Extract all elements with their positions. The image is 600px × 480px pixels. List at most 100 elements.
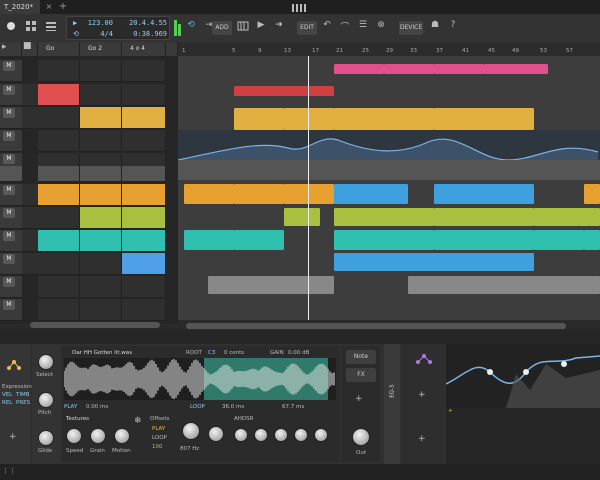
mode-percent[interactable]: 100 <box>152 444 163 450</box>
envelope-h-knob[interactable] <box>254 428 268 442</box>
track-header[interactable]: M <box>0 253 22 275</box>
arranger-clip[interactable] <box>334 184 408 204</box>
scene-header-4x4[interactable]: 4 x 4 <box>122 42 166 56</box>
envelope-knob[interactable] <box>208 426 224 442</box>
root-note[interactable]: C3 <box>208 350 215 356</box>
stop-slot[interactable] <box>22 107 38 129</box>
add-button[interactable]: ADD <box>212 21 232 35</box>
mute-button[interactable]: M <box>3 154 15 164</box>
help-icon[interactable]: ? <box>446 20 460 34</box>
arranger-clip[interactable] <box>434 230 534 250</box>
snowflake-icon[interactable]: ❄ <box>134 416 142 426</box>
empty-slot[interactable] <box>122 60 166 82</box>
record-icon[interactable] <box>4 20 18 34</box>
footer-icon[interactable]: ⋮⋮ <box>2 467 16 475</box>
mute-button[interactable]: M <box>3 85 15 95</box>
mute-button[interactable]: M <box>3 108 15 118</box>
arranger-clip[interactable] <box>284 208 320 226</box>
launcher-clip[interactable] <box>80 230 122 252</box>
launcher-clip[interactable] <box>80 253 122 275</box>
project-tab[interactable]: T_2020* <box>0 0 40 14</box>
bar-position[interactable]: 20.4.4.55 <box>117 19 167 27</box>
track-header[interactable]: M <box>0 184 22 206</box>
arranger-clip[interactable] <box>584 184 600 204</box>
launcher-clip[interactable] <box>122 84 166 106</box>
launcher-clip[interactable] <box>38 207 80 229</box>
note-expression-icon[interactable] <box>4 350 24 374</box>
tempo-value[interactable]: 123.00 <box>79 19 113 27</box>
select-knob[interactable] <box>38 354 54 370</box>
arranger-clip[interactable] <box>184 230 234 250</box>
arrow-icon[interactable]: ➜ <box>272 20 286 34</box>
mode-play[interactable]: PLAY <box>152 426 165 432</box>
eq-add-2-icon[interactable]: + <box>418 434 426 444</box>
scene-header-go[interactable]: Go <box>38 42 80 56</box>
pitch-knob[interactable] <box>38 392 54 408</box>
expr-vel[interactable]: VEL <box>2 392 12 398</box>
undo-icon[interactable]: ↶ <box>320 20 334 34</box>
launcher-clip[interactable] <box>80 107 122 129</box>
new-tab-icon[interactable]: + <box>56 0 70 14</box>
piano-icon[interactable] <box>236 20 250 34</box>
track-header[interactable]: M <box>0 276 22 298</box>
browser-icon[interactable]: ☗ <box>428 20 442 34</box>
empty-slot[interactable] <box>38 276 80 298</box>
mute-button[interactable]: M <box>3 61 15 71</box>
launcher-clip[interactable] <box>122 207 166 229</box>
grid-icon[interactable] <box>24 20 38 34</box>
launcher-clip[interactable] <box>122 253 166 275</box>
empty-slot[interactable] <box>38 130 80 152</box>
empty-slot[interactable] <box>122 299 166 321</box>
track-header[interactable]: M <box>0 207 22 229</box>
eq-expression-icon[interactable] <box>412 348 436 368</box>
glide-knob[interactable] <box>38 430 54 446</box>
track-header[interactable]: M <box>0 230 22 252</box>
scene-header-go-2[interactable]: Go 2 <box>80 42 122 56</box>
grain-knob[interactable] <box>90 428 106 444</box>
arranger-clip[interactable] <box>334 253 534 271</box>
mute-button[interactable]: M <box>3 277 15 287</box>
play-icon[interactable]: ▶ <box>73 19 77 27</box>
launcher-scrollbar[interactable] <box>30 322 160 328</box>
arranger-clip[interactable] <box>184 184 234 204</box>
arranger-clip[interactable] <box>384 64 434 74</box>
arranger-clip[interactable] <box>434 64 484 74</box>
track-header[interactable]: M <box>0 60 22 82</box>
header-plus[interactable] <box>166 42 178 56</box>
band1-marker[interactable]: + <box>448 408 453 414</box>
grip-icon[interactable] <box>292 4 308 12</box>
mute-button[interactable]: M <box>3 131 15 141</box>
gain-value[interactable]: 0.00 dB <box>288 350 309 356</box>
play-transport-icon[interactable]: ▶ <box>254 20 268 34</box>
device-button[interactable]: DEVICE <box>399 21 423 35</box>
launcher-clip[interactable] <box>122 230 166 252</box>
freq-value[interactable]: 807 Hz <box>180 446 199 452</box>
add-fx-icon[interactable]: + <box>355 394 363 404</box>
empty-slot[interactable] <box>80 130 122 152</box>
add-expression-icon[interactable]: + <box>9 432 17 442</box>
arranger-clip[interactable] <box>234 230 284 250</box>
track-header[interactable]: M <box>0 84 22 106</box>
stop-all-icon[interactable]: ■ <box>23 41 32 51</box>
launcher-clip[interactable] <box>38 107 80 129</box>
fx-button[interactable]: FX <box>346 368 376 382</box>
mute-button[interactable]: M <box>3 254 15 264</box>
envelope-s-knob[interactable] <box>294 428 308 442</box>
loop-icon[interactable]: ⟲ <box>184 20 198 34</box>
launcher-clip[interactable] <box>80 184 122 206</box>
expr-timb[interactable]: TIMB <box>16 392 30 398</box>
loop-small-icon[interactable]: ⟲ <box>73 30 79 38</box>
out-knob[interactable] <box>352 428 370 446</box>
mute-button[interactable]: M <box>3 231 15 241</box>
arranger-clip[interactable] <box>534 208 600 226</box>
stop-slot[interactable] <box>22 253 38 275</box>
stop-slot[interactable] <box>22 84 38 106</box>
stop-icon[interactable]: ⊗ <box>374 20 388 34</box>
arranger-clip[interactable] <box>484 64 548 74</box>
expr-pres[interactable]: PRES <box>16 400 30 406</box>
arranger-clip[interactable] <box>234 184 284 204</box>
filter-knob[interactable] <box>182 422 200 440</box>
eq-add-icon[interactable]: + <box>418 390 426 400</box>
launcher-clip[interactable] <box>38 84 80 106</box>
arranger-clip[interactable] <box>234 86 334 96</box>
